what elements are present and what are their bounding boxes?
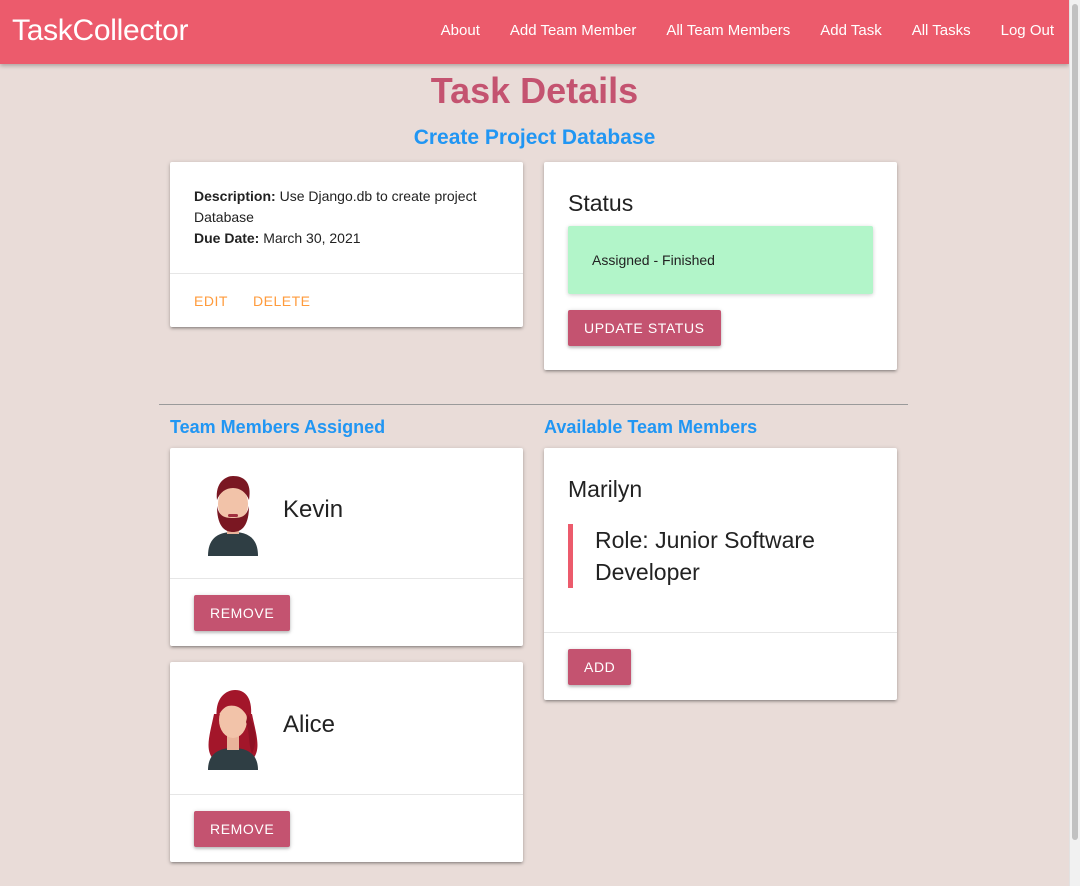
member-name: Kevin	[283, 496, 344, 523]
task-description: Description: Use Django.db to create pro…	[194, 186, 514, 249]
card-action-divider	[544, 632, 897, 633]
top-navbar: TaskCollector About Add Team Member All …	[0, 0, 1069, 64]
update-status-button[interactable]: UPDATE STATUS	[568, 310, 721, 346]
remove-member-button[interactable]: REMOVE	[194, 811, 291, 847]
nav-log-out-link[interactable]: Log Out	[1001, 22, 1054, 39]
male-avatar-icon	[208, 476, 258, 556]
available-member-name: Marilyn	[568, 476, 643, 502]
vertical-scrollbar[interactable]	[1069, 0, 1080, 886]
edit-task-button[interactable]: EDIT	[194, 293, 228, 309]
assigned-member-card: Alice REMOVE	[170, 662, 523, 862]
due-date-value: March 30, 2021	[259, 230, 361, 246]
page-title: Task Details	[430, 70, 639, 111]
assigned-members-heading: Team Members Assigned	[170, 417, 386, 437]
brand-logo[interactable]: TaskCollector	[12, 14, 188, 48]
available-members-heading: Available Team Members	[544, 417, 758, 437]
card-action-divider	[170, 273, 523, 274]
due-date-label: Due Date:	[194, 230, 260, 246]
member-role: Role: Junior Software Developer	[568, 524, 895, 588]
delete-task-button[interactable]: DELETE	[253, 293, 310, 309]
status-badge: Assigned - Finished	[568, 226, 873, 294]
scrollbar-thumb[interactable]	[1072, 4, 1078, 840]
nav-links: About Add Team Member All Team Members A…	[411, 22, 1054, 39]
nav-all-tasks-link[interactable]: All Tasks	[912, 22, 971, 39]
nav-about-link[interactable]: About	[441, 22, 480, 39]
member-name: Alice	[283, 711, 336, 738]
female-avatar-icon	[208, 690, 258, 770]
status-card: Status Assigned - Finished UPDATE STATUS	[544, 162, 897, 370]
nav-add-task-link[interactable]: Add Task	[820, 22, 881, 39]
remove-member-button[interactable]: REMOVE	[194, 595, 291, 631]
available-member-card: Marilyn Role: Junior Software Developer …	[544, 448, 897, 700]
card-action-divider	[170, 578, 523, 579]
assigned-member-card: Kevin REMOVE	[170, 448, 523, 646]
task-details-card: Description: Use Django.db to create pro…	[170, 162, 523, 327]
status-heading: Status	[568, 190, 634, 216]
add-member-button[interactable]: ADD	[568, 649, 632, 685]
section-divider	[159, 404, 908, 405]
nav-add-team-member-link[interactable]: Add Team Member	[510, 22, 636, 39]
nav-all-team-members-link[interactable]: All Team Members	[666, 22, 790, 39]
status-value: Assigned - Finished	[592, 252, 715, 268]
task-name: Create Project Database	[413, 126, 656, 149]
card-action-divider	[170, 794, 523, 795]
description-label: Description:	[194, 188, 276, 204]
